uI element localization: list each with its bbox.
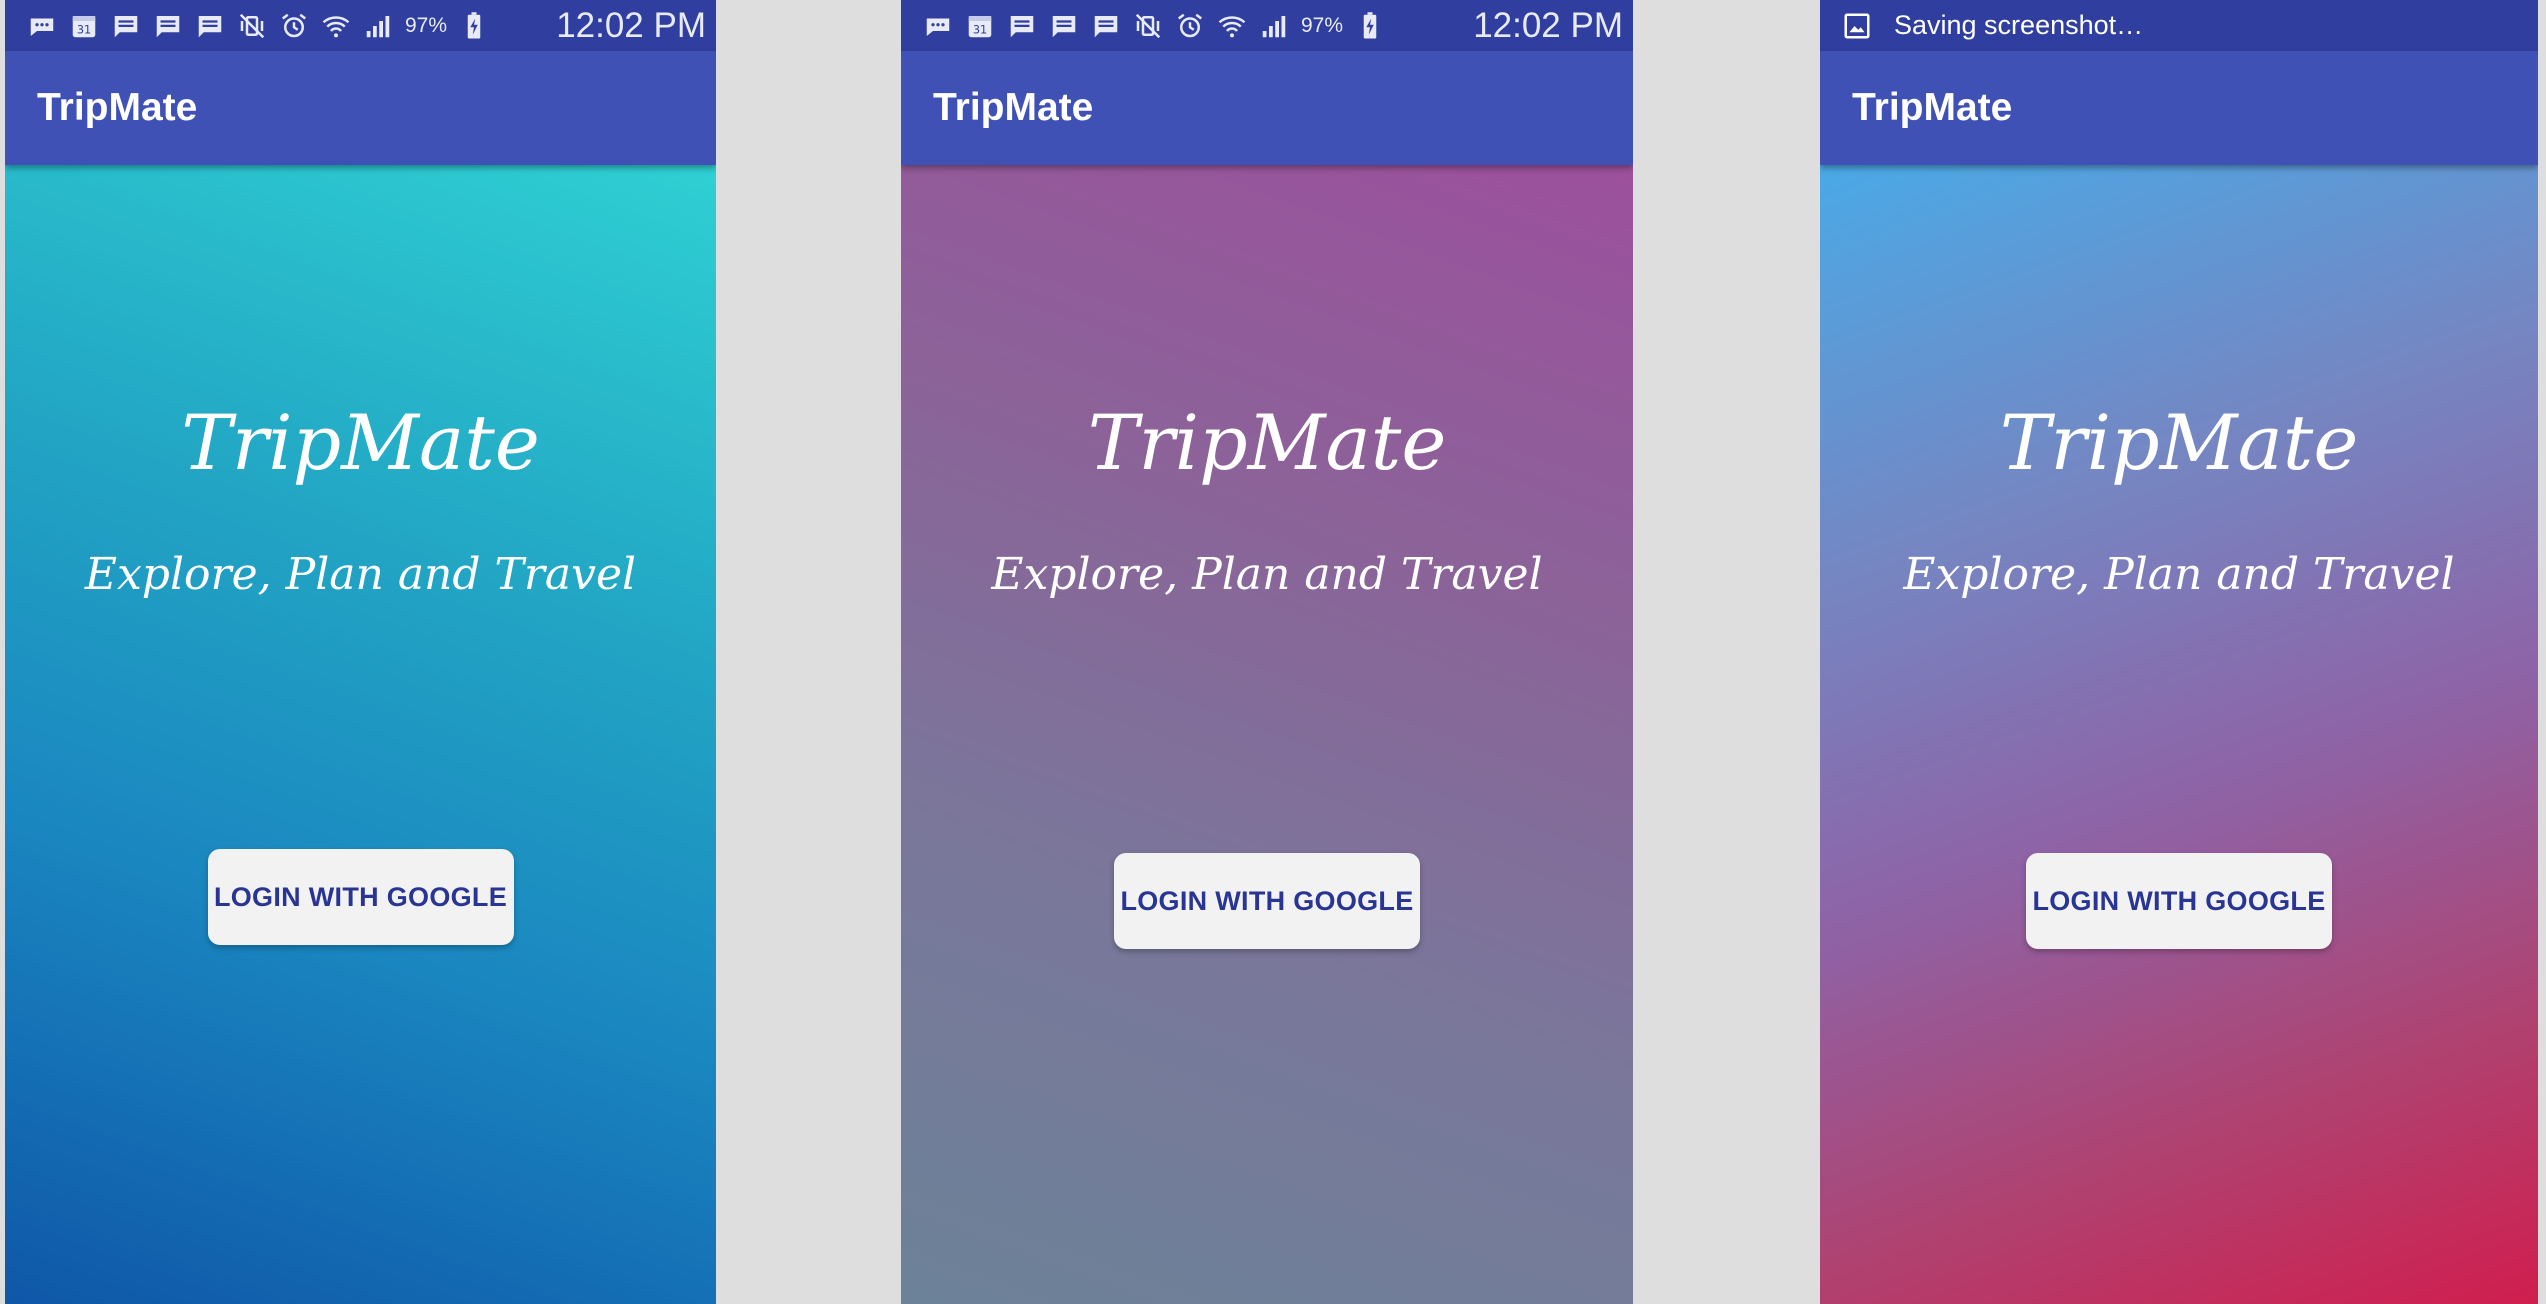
hero-subtitle: Explore, Plan and Travel [1903, 549, 2455, 600]
svg-text:31: 31 [77, 23, 91, 36]
hero-title: TripMate [181, 398, 540, 487]
login-with-google-button[interactable]: LOGIN WITH GOOGLE [1114, 853, 1420, 949]
hero-title: TripMate [1087, 398, 1447, 487]
battery-percent: 97% [405, 13, 448, 37]
gradient-background: TripMate Explore, Plan and Travel LOGIN … [1820, 165, 2538, 1304]
hero-subtitle: Explore, Plan and Travel [84, 549, 637, 600]
message-icon [1091, 11, 1121, 41]
calendar-31-icon: 31 [69, 11, 99, 41]
message-icon [1049, 11, 1079, 41]
battery-percent: 97% [1301, 13, 1344, 37]
wifi-icon [1217, 11, 1247, 41]
image-icon [1842, 11, 1872, 41]
alarm-icon [279, 11, 309, 41]
wifi-icon [321, 11, 351, 41]
message-icon [195, 11, 225, 41]
calendar-31-icon: 31 [965, 11, 995, 41]
app-bar-title: TripMate [933, 86, 1094, 129]
battery-charging-icon [1355, 11, 1385, 41]
phone-screen-3: Saving screenshot… TripMate TripMate Exp… [1820, 0, 2538, 1304]
chat-bubble-icon [923, 11, 953, 41]
signal-icon [363, 11, 393, 41]
app-bar-title: TripMate [37, 86, 198, 129]
status-time: 12:02 PM [556, 5, 706, 45]
status-bar: 31 97% 12:02 PM [5, 0, 716, 51]
status-time: 12:02 PM [1473, 5, 1623, 45]
hero-title: TripMate [1999, 398, 2359, 487]
gradient-background: TripMate Explore, Plan and Travel LOGIN … [5, 165, 716, 1304]
login-with-google-button[interactable]: LOGIN WITH GOOGLE [2026, 853, 2332, 949]
app-bar: TripMate [1820, 51, 2538, 165]
app-bar: TripMate [5, 51, 716, 165]
login-with-google-button[interactable]: LOGIN WITH GOOGLE [207, 849, 514, 945]
message-icon [1007, 11, 1037, 41]
status-bar: Saving screenshot… [1820, 0, 2538, 51]
vibrate-mute-icon [1133, 11, 1163, 41]
app-bar-title: TripMate [1852, 86, 2013, 129]
svg-text:31: 31 [973, 23, 987, 36]
status-icons: 31 97% [923, 11, 1463, 41]
phone-screen-2: 31 97% 12:02 PM TripMate TripMate Explor… [901, 0, 1633, 1304]
app-bar: TripMate [901, 51, 1633, 165]
vibrate-mute-icon [237, 11, 267, 41]
chat-bubble-icon [27, 11, 57, 41]
alarm-icon [1175, 11, 1205, 41]
message-icon [153, 11, 183, 41]
status-icons: 31 97% [27, 11, 546, 41]
signal-icon [1259, 11, 1289, 41]
battery-charging-icon [459, 11, 489, 41]
notification-text: Saving screenshot… [1894, 10, 2144, 40]
hero-subtitle: Explore, Plan and Travel [991, 549, 1543, 600]
gradient-background: TripMate Explore, Plan and Travel LOGIN … [901, 165, 1633, 1304]
phone-screen-1: 31 97% 12:02 PM TripMate TripMate Explor… [5, 0, 716, 1304]
message-icon [111, 11, 141, 41]
status-bar: 31 97% 12:02 PM [901, 0, 1633, 51]
